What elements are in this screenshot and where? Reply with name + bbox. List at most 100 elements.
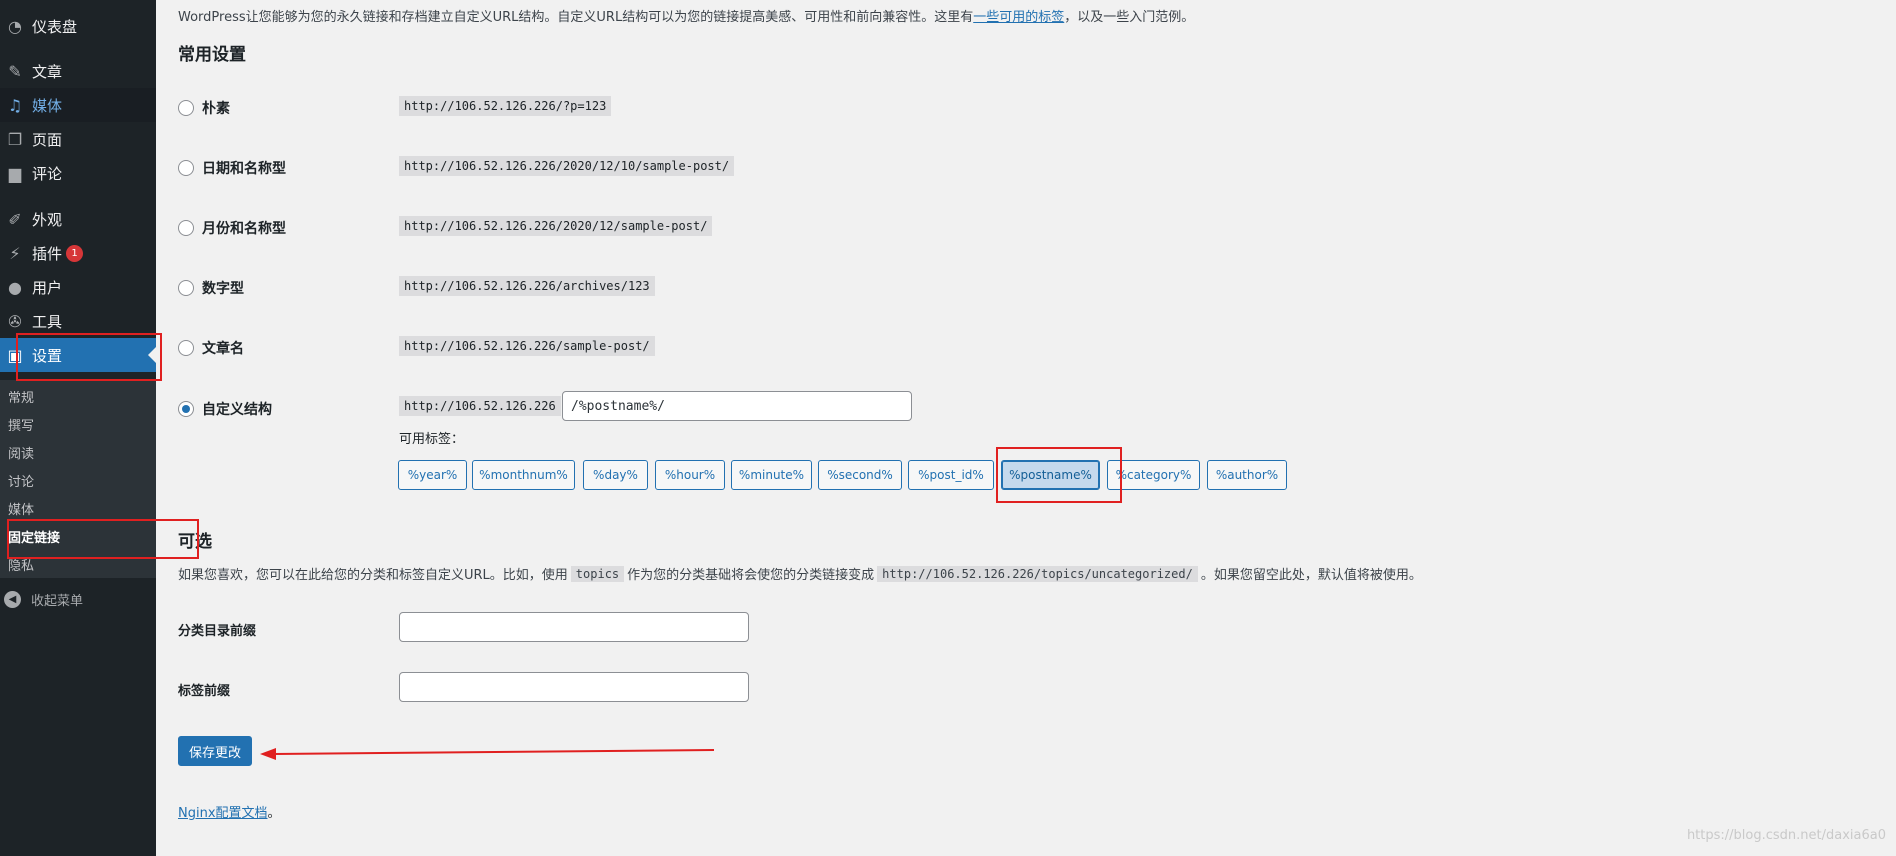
submenu-discussion[interactable]: 讨论 (8, 471, 34, 490)
tag-postname-button[interactable]: %postname% (1001, 460, 1100, 490)
tag-category-button[interactable]: %category% (1107, 460, 1200, 490)
desc-middle: 作为您的分类基础将会使您的分类链接变成 (627, 568, 875, 583)
option-label: 自定义结构 (202, 402, 272, 418)
menu-label: 页面 (32, 130, 63, 149)
tag-second-button[interactable]: %second% (818, 460, 902, 490)
menu-plugins[interactable]: ⚡ 插件 1 (0, 236, 156, 270)
option-numeric[interactable]: 数字型 (178, 278, 244, 298)
example-day-name: http://106.52.126.226/2020/12/10/sample-… (399, 156, 735, 176)
menu-label: 仪表盘 (32, 17, 78, 36)
submenu-permalinks[interactable]: 固定链接 (8, 527, 60, 546)
collapse-label: 收起菜单 (31, 594, 84, 609)
update-count-badge: 1 (66, 244, 84, 262)
menu-users[interactable]: ● 用户 (0, 270, 156, 304)
submenu-writing[interactable]: 撰写 (8, 415, 34, 434)
example-month-name: http://106.52.126.226/2020/12/sample-pos… (399, 216, 713, 236)
menu-label: 用户 (32, 278, 63, 297)
plugin-icon: ⚡ (9, 243, 21, 263)
submenu-privacy[interactable]: 隐私 (8, 555, 34, 574)
example-post-name: http://106.52.126.226/sample-post/ (399, 336, 655, 356)
menu-appearance[interactable]: ✐ 外观 (0, 202, 156, 236)
option-post-name[interactable]: 文章名 (178, 338, 244, 358)
menu-label: 外观 (32, 210, 63, 229)
menu-label: 工具 (32, 312, 63, 331)
menu-comments[interactable]: ▆ 评论 (0, 156, 156, 190)
radio-day-name[interactable] (178, 160, 194, 176)
tag-base-input[interactable] (399, 672, 749, 702)
radio-custom[interactable] (178, 401, 194, 417)
menu-label: 媒体 (32, 96, 63, 115)
nginx-doc-link[interactable]: Nginx配置文档 (178, 806, 268, 821)
brush-icon: ✐ (8, 209, 22, 229)
category-base-label: 分类目录前缀 (178, 624, 257, 639)
intro-after: ，以及一些入门范例。 (1064, 10, 1195, 25)
radio-numeric[interactable] (178, 280, 194, 296)
available-tags-label: 可用标签： (399, 432, 465, 447)
submenu-reading[interactable]: 阅读 (8, 443, 34, 462)
tag-base-label: 标签前缀 (178, 684, 231, 699)
settings-icon: ▣ (7, 345, 23, 365)
page-icon: ❐ (7, 129, 23, 149)
menu-label: 文章 (32, 62, 63, 81)
settings-submenu: 常规 撰写 阅读 讨论 媒体 固定链接 隐私 (0, 380, 156, 578)
tag-day-button[interactable]: %day% (583, 460, 648, 490)
annotation-arrow (260, 748, 715, 760)
common-settings-heading: 常用设置 (178, 45, 246, 65)
example-plain: http://106.52.126.226/?p=123 (399, 96, 612, 116)
option-month-name[interactable]: 月份和名称型 (178, 218, 286, 238)
radio-plain[interactable] (178, 100, 194, 116)
option-day-name[interactable]: 日期和名称型 (178, 158, 286, 178)
menu-label: 设置 (32, 346, 63, 365)
desc-code-url: http://106.52.126.226/topics/uncategoriz… (877, 565, 1198, 582)
menu-dashboard[interactable]: ◔ 仪表盘 (0, 9, 156, 43)
wrench-icon: ✇ (8, 311, 22, 331)
menu-settings[interactable]: ▣ 设置 (0, 338, 156, 372)
pin-icon: ✎ (8, 61, 22, 81)
menu-tools[interactable]: ✇ 工具 (0, 304, 156, 338)
available-tags-link[interactable]: 一些可用的标签 (973, 10, 1064, 25)
custom-structure-input[interactable] (562, 391, 912, 421)
comment-icon: ▆ (8, 163, 22, 183)
optional-description: 如果您喜欢，您可以在此给您的分类和标签自定义URL。比如，使用 topics 作… (178, 564, 1422, 583)
menu-label: 插件 (32, 244, 63, 263)
tag-hour-button[interactable]: %hour% (655, 460, 725, 490)
menu-media[interactable]: ♫ 媒体 (0, 88, 156, 122)
radio-month-name[interactable] (178, 220, 194, 236)
nginx-after: 。 (267, 806, 281, 821)
option-plain[interactable]: 朴素 (178, 98, 230, 118)
collapse-arrow-icon: ◀ (4, 591, 21, 608)
intro-before: WordPress让您能够为您的永久链接和存档建立自定义URL结构。自定义URL… (178, 10, 974, 25)
menu-pages[interactable]: ❐ 页面 (0, 122, 156, 156)
watermark: https://blog.csdn.net/daxia6a0 (1686, 828, 1886, 843)
media-icon: ♫ (7, 95, 23, 115)
tag-post-id-button[interactable]: %post_id% (908, 460, 994, 490)
submenu-general[interactable]: 常规 (8, 387, 34, 406)
desc-before: 如果您喜欢，您可以在此给您的分类和标签自定义URL。比如，使用 (178, 568, 568, 583)
dashboard-icon: ◔ (8, 16, 22, 36)
option-label: 日期和名称型 (202, 161, 286, 177)
category-base-input[interactable] (399, 612, 749, 642)
current-arrow (148, 347, 156, 363)
submenu-media[interactable]: 媒体 (8, 499, 34, 518)
collapse-menu[interactable]: ◀ 收起菜单 (4, 590, 83, 609)
option-custom[interactable]: 自定义结构 (178, 399, 272, 419)
option-label: 数字型 (202, 281, 244, 297)
save-changes-button[interactable]: 保存更改 (178, 736, 252, 766)
admin-sidebar: ◔ 仪表盘 ✎ 文章 ♫ 媒体 ❐ 页面 ▆ 评论 ✐ 外观 ⚡ 插件 1 ● … (0, 0, 156, 856)
tag-year-button[interactable]: %year% (398, 460, 467, 490)
user-icon: ● (8, 277, 22, 297)
desc-code-topics: topics (570, 565, 625, 582)
nginx-doc-line: Nginx配置文档。 (178, 802, 281, 821)
menu-posts[interactable]: ✎ 文章 (0, 54, 156, 88)
option-label: 文章名 (202, 341, 244, 357)
radio-post-name[interactable] (178, 340, 194, 356)
intro-text: WordPress让您能够为您的永久链接和存档建立自定义URL结构。自定义URL… (178, 6, 1194, 25)
custom-base-url: http://106.52.126.226 (399, 396, 561, 416)
example-numeric: http://106.52.126.226/archives/123 (399, 276, 655, 296)
option-label: 月份和名称型 (202, 221, 286, 237)
desc-after: 。如果您留空此处，默认值将被使用。 (1200, 568, 1422, 583)
optional-heading: 可选 (178, 532, 212, 552)
tag-monthnum-button[interactable]: %monthnum% (472, 460, 575, 490)
tag-author-button[interactable]: %author% (1207, 460, 1287, 490)
tag-minute-button[interactable]: %minute% (731, 460, 812, 490)
